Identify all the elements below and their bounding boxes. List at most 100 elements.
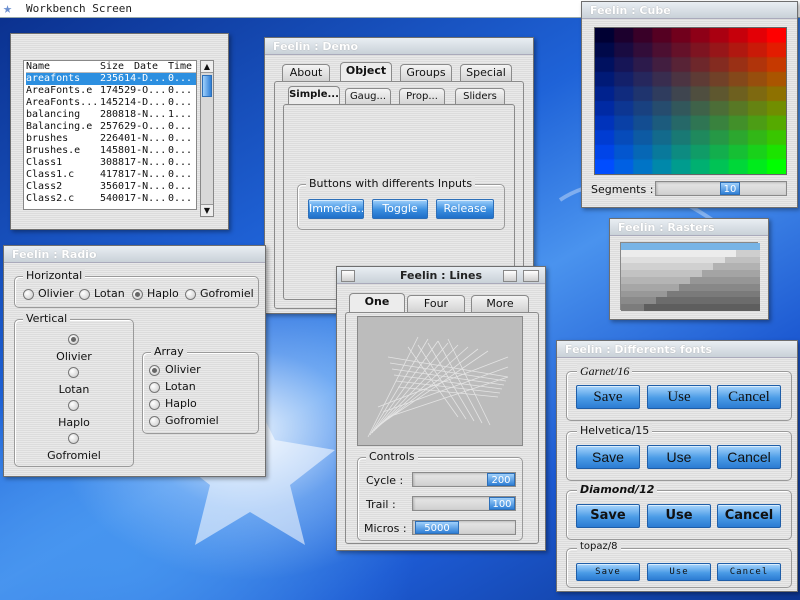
file-size-date-cell: 145214-D... [100,97,167,108]
file-list-row[interactable]: brushes 226401-N... 0... [26,133,196,145]
radio-v-olivier-label: Olivier [56,350,92,363]
subtab-prop[interactable]: Prop... [399,88,445,105]
header-date[interactable]: Date [134,61,168,72]
buttons-inputs-group: Buttons with differents Inputs Immedia..… [297,177,505,230]
radio-h-lotan-label: Lotan [94,287,125,300]
radio-v-lotan[interactable] [68,367,79,378]
subtab-gauge[interactable]: Gaug... [345,88,391,105]
file-name-cell: Class2.c [26,193,75,204]
radio-h-lotan[interactable] [79,289,90,300]
micros-knob[interactable]: 5000 [415,521,459,534]
depth-icon[interactable] [523,270,539,282]
topaz-save-button[interactable]: Save [576,563,640,581]
header-name[interactable]: Name [26,61,100,72]
garnet-use-button[interactable]: Use [647,385,711,409]
raster-cell [736,304,748,312]
file-list-row[interactable]: Balancing.e 257629-O... 0... [26,121,196,133]
file-time-cell: 1... [168,109,193,120]
segments-knob[interactable]: 10 [720,182,740,195]
file-list-window: Name Size Date Time areafonts 235614-D... 0..… [10,33,229,230]
header-time[interactable]: Time [168,61,194,72]
scroll-thumb[interactable] [202,75,212,97]
raster-cell [667,304,679,312]
radio-a-gofromiel[interactable] [149,416,160,427]
radio-v-lotan-label: Lotan [58,383,90,396]
close-icon[interactable] [341,270,355,282]
file-list-row[interactable]: Class1 308817-N... 0... [26,157,196,169]
radio-h-olivier[interactable] [23,289,34,300]
demo-title[interactable]: Feelin : Demo [265,38,533,55]
tab-about[interactable]: About [282,64,330,81]
segments-slider[interactable]: 10 [655,181,787,196]
radio-title[interactable]: Feelin : Radio [4,246,265,263]
radio-a-lotan[interactable] [149,382,160,393]
file-list-box: Name Size Date Time areafonts 235614-D... 0..… [23,60,197,210]
helvetica-use-button[interactable]: Use [647,445,711,469]
file-size-date-cell: 417817-N... [100,169,167,180]
diamond-cancel-button[interactable]: Cancel [717,504,781,528]
tab-special[interactable]: Special [460,64,512,81]
vertical-group: Vertical Olivier Lotan Haplo Gofromiel [14,312,134,467]
helvetica-cancel-button[interactable]: Cancel [717,445,781,469]
zoom-icon[interactable] [503,270,517,282]
scroll-down-arrow-icon[interactable]: ▼ [201,204,213,216]
trail-knob[interactable]: 100 [489,497,515,510]
file-list-scrollbar[interactable]: ▲ ▼ [200,60,214,217]
cycle-knob[interactable]: 200 [487,473,515,486]
release-button[interactable]: Release [436,199,494,219]
cube-title[interactable]: Feelin : Cube [582,2,797,19]
fonts-title[interactable]: Feelin : Differents fonts [557,341,797,358]
subtab-sliders[interactable]: Sliders [455,88,505,105]
tab-groups[interactable]: Groups [400,64,452,81]
scroll-up-arrow-icon[interactable]: ▲ [201,61,213,73]
radio-a-olivier[interactable] [149,365,160,376]
lines-tab-four[interactable]: Four [407,295,465,312]
lines-window: Feelin : Lines One Four More Controls Cy… [336,266,546,551]
file-list-row[interactable]: Brushes.e 145801-N... 0... [26,145,196,157]
file-size-date-cell: 356017-N... [100,181,167,192]
font-group-garnet: Garnet/16 Save Use Cancel [566,364,792,421]
diamond-save-button[interactable]: Save [576,504,640,528]
file-list-row[interactable]: Class2.c 540017-N... 0... [26,193,196,205]
toggle-button[interactable]: Toggle [372,199,428,219]
file-list-row[interactable]: areafonts 235614-D... 0... [26,73,196,85]
font-group-diamond: Diamond/12 Save Use Cancel [566,483,792,540]
diamond-use-button[interactable]: Use [647,504,711,528]
lines-tab-one[interactable]: One [349,293,405,312]
color-cube-canvas[interactable] [594,27,787,175]
workbench-star-icon[interactable]: ★ [3,0,12,17]
lines-tab-more[interactable]: More [471,295,529,312]
garnet-cancel-button[interactable]: Cancel [717,385,781,409]
trail-slider[interactable]: 100 [412,496,516,511]
rasters-title[interactable]: Feelin : Rasters [610,219,768,236]
radio-v-olivier[interactable] [68,334,79,345]
file-list-row[interactable]: AreaFonts.e 174529-O... 0... [26,85,196,97]
garnet-save-button[interactable]: Save [576,385,640,409]
font-group-helvetica: Helvetica/15 Save Use Cancel [566,424,792,481]
rasters-display [620,242,760,312]
helvetica-save-button[interactable]: Save [576,445,640,469]
header-size[interactable]: Size [100,61,134,72]
tab-object[interactable]: Object [340,62,392,81]
file-list-row[interactable]: balancing 280818-N... 1... [26,109,196,121]
topaz-cancel-button[interactable]: Cancel [717,563,781,581]
menubar-title: Workbench Screen [26,2,132,15]
immediate-button[interactable]: Immedia... [308,199,364,219]
topaz-use-button[interactable]: Use [647,563,711,581]
cycle-slider[interactable]: 200 [412,472,516,487]
radio-a-haplo[interactable] [149,399,160,410]
controls-label: Controls [366,450,418,463]
file-list-row[interactable]: AreaFonts... 145214-D... 0... [26,97,196,109]
file-list-row[interactable]: Class1.c 417817-N... 0... [26,169,196,181]
micros-slider[interactable]: 5000 [412,520,516,535]
file-time-cell: 0... [168,73,193,84]
radio-h-haplo[interactable] [132,289,143,300]
immediate-button-label: Immedia... [309,202,364,215]
radio-v-gofromiel[interactable] [68,433,79,444]
radio-v-haplo[interactable] [68,400,79,411]
radio-h-olivier-label: Olivier [38,287,74,300]
file-list-row[interactable]: Class2 356017-N... 0... [26,181,196,193]
raster-cell [690,304,702,312]
radio-h-gofromiel[interactable] [185,289,196,300]
subtab-simple[interactable]: Simple... [288,86,340,105]
